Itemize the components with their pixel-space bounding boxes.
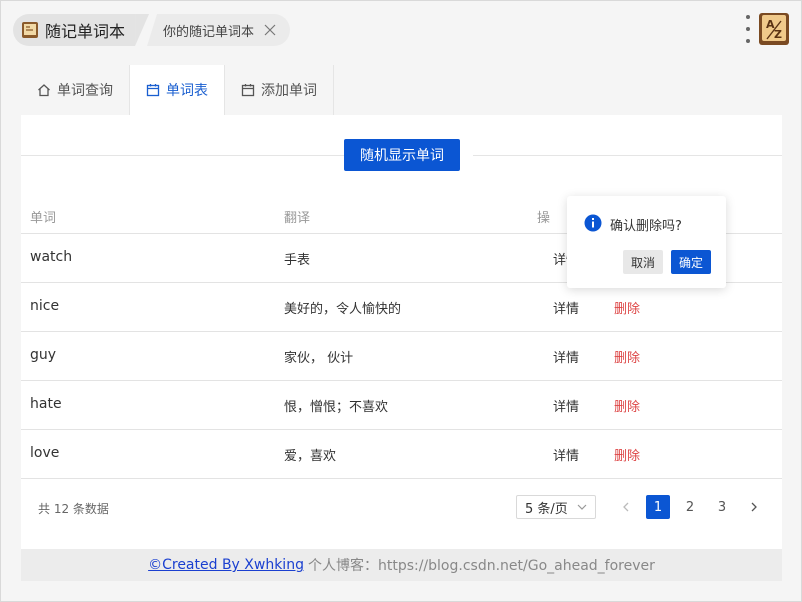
tab-bar: 单词查询 单词表 添加单词 [21, 65, 782, 115]
blog-text: 个人博客：https://blog.csdn.net/Go_ahead_fore… [307, 558, 655, 574]
calendar-icon [241, 84, 255, 97]
tab-word-search[interactable]: 单词查询 [21, 65, 130, 115]
tab-label: 单词表 [166, 83, 208, 99]
divider-left [21, 155, 344, 156]
translation-cell: 爱，喜欢 [284, 449, 337, 464]
info-icon [584, 214, 602, 232]
page-button-3[interactable]: 3 [710, 495, 734, 519]
close-icon[interactable] [264, 24, 276, 36]
delete-button[interactable]: 删除 [597, 291, 657, 323]
confirm-button[interactable]: 确定 [671, 250, 711, 274]
tab-add-word[interactable]: 添加单词 [225, 65, 334, 115]
table-row: nice 美好的，令人愉快的 详情 删除 [21, 283, 782, 332]
word-cell: watch [30, 249, 73, 265]
author-link[interactable]: ©Created By Xwhking [148, 557, 304, 573]
main-panel: 单词查询 单词表 添加单词 随机显示单词 单词 翻译 操 watch 手表 详情… [21, 65, 782, 581]
translation-cell: 美好的，令人愉快的 [284, 302, 402, 317]
table-row: guy 家伙， 伙计 详情 删除 [21, 332, 782, 381]
app-title[interactable]: 随记单词本 [13, 14, 136, 46]
breadcrumb: 随记单词本 你的随记单词本 [13, 13, 291, 47]
chevron-down-icon [577, 504, 587, 510]
page-button-1[interactable]: 1 [646, 495, 670, 519]
header-actions: 操 [537, 211, 551, 226]
detail-button[interactable]: 详情 [553, 298, 579, 317]
app-title-text: 随记单词本 [45, 22, 126, 41]
chevron-left-icon [623, 502, 629, 512]
prev-page-button[interactable] [614, 495, 638, 519]
confirm-message: 确认删除吗? [610, 219, 682, 234]
open-tab[interactable]: 你的随记单词本 [147, 14, 291, 46]
page-size-select[interactable]: 5 条/页 [516, 495, 596, 519]
detail-button[interactable]: 详情 [553, 396, 579, 415]
cancel-button[interactable]: 取消 [623, 250, 663, 274]
footer: ©Created By Xwhking 个人博客：https://blog.cs… [21, 549, 782, 581]
translation-cell: 家伙， 伙计 [284, 351, 354, 366]
tab-word-list[interactable]: 单词表 [130, 65, 225, 115]
page-button-2[interactable]: 2 [678, 495, 702, 519]
word-cell: guy [30, 347, 57, 363]
home-icon [38, 84, 50, 97]
open-tab-label: 你的随记单词本 [163, 24, 255, 40]
translation-cell: 恨，憎恨；不喜欢 [284, 400, 389, 415]
header-word: 单词 [30, 211, 57, 226]
translation-cell: 手表 [284, 253, 311, 268]
detail-button[interactable]: 详情 [553, 445, 579, 464]
svg-text:Z: Z [774, 28, 782, 41]
breadcrumb-separator [135, 14, 150, 46]
next-page-button[interactable] [742, 495, 766, 519]
detail-button[interactable]: 详情 [553, 347, 579, 366]
pagination-bar: 共 12 条数据 5 条/页 1 2 3 [21, 479, 782, 535]
word-cell: love [30, 445, 60, 461]
total-count: 共 12 条数据 [38, 502, 109, 516]
divider-right [473, 155, 782, 156]
app-window: 随记单词本 你的随记单词本 A Z 单词查询 单词表 添加单词 随机显示单词 单… [0, 0, 802, 602]
tab-label: 添加单词 [261, 83, 317, 99]
calendar-icon [146, 84, 160, 97]
tab-label: 单词查询 [57, 83, 113, 99]
delete-button[interactable]: 删除 [597, 389, 657, 421]
dictionary-logo-icon: A Z [759, 13, 789, 45]
table-row: hate 恨，憎恨；不喜欢 详情 删除 [21, 381, 782, 430]
page-size-value: 5 条/页 [525, 501, 568, 517]
table-row: love 爱，喜欢 详情 删除 [21, 430, 782, 479]
delete-button[interactable]: 删除 [597, 340, 657, 372]
book-icon [22, 22, 38, 38]
word-cell: nice [30, 298, 60, 314]
random-words-button[interactable]: 随机显示单词 [344, 139, 460, 171]
chevron-right-icon [751, 502, 757, 512]
delete-popconfirm: 确认删除吗? 取消 确定 [567, 196, 726, 288]
more-menu-icon[interactable] [741, 15, 755, 43]
delete-button[interactable]: 删除 [597, 438, 657, 470]
header-translation: 翻译 [284, 211, 311, 226]
word-cell: hate [30, 396, 62, 412]
